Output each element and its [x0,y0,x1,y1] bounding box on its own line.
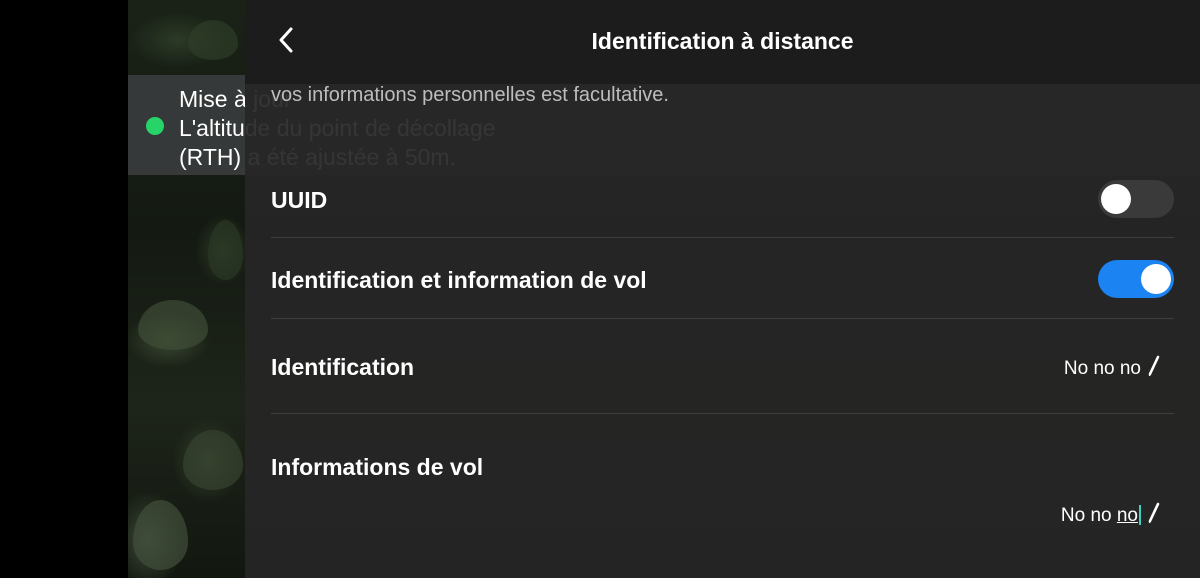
flight-info-row[interactable]: Informations de vol No no no [271,414,1174,578]
pencil-icon [1147,502,1161,529]
identification-label: Identification [271,354,415,380]
toggle-knob [1101,184,1131,214]
foliage [138,300,208,350]
flight-id-label: Identification et information de vol [271,267,647,293]
flight-info-value-prefix: No no [1060,504,1117,526]
status-dot [146,117,164,135]
remote-id-panel: vos informations personnelles est facult… [245,0,1200,578]
foliage [188,20,238,60]
foliage [133,500,188,570]
toggle-knob [1141,264,1171,294]
pencil-icon [1147,355,1161,382]
identification-value-text: No no no [1063,357,1141,379]
uuid-label: UUID [271,187,328,213]
flight-info-value-text[interactable]: No no no [1061,505,1141,527]
identification-value[interactable]: No no no [1064,355,1161,382]
flight-info-value[interactable]: No no no [1061,502,1161,529]
foliage [183,430,243,490]
uuid-toggle[interactable] [1098,180,1174,218]
page-title: Identification à distance [591,28,854,54]
flight-info-label: Informations de vol [271,454,484,480]
flight-id-row: Identification et information de vol [271,238,1174,319]
flight-id-toggle[interactable] [1098,260,1174,298]
intro-text: vos informations personnelles est facult… [271,84,669,106]
flight-info-value-underlined: no [1116,504,1138,526]
panel-header: Identification à distance [245,0,1200,84]
uuid-row: UUID [271,160,1174,238]
foliage [208,220,243,280]
identification-row[interactable]: Identification No no no [271,319,1174,414]
text-caret [1139,505,1141,526]
